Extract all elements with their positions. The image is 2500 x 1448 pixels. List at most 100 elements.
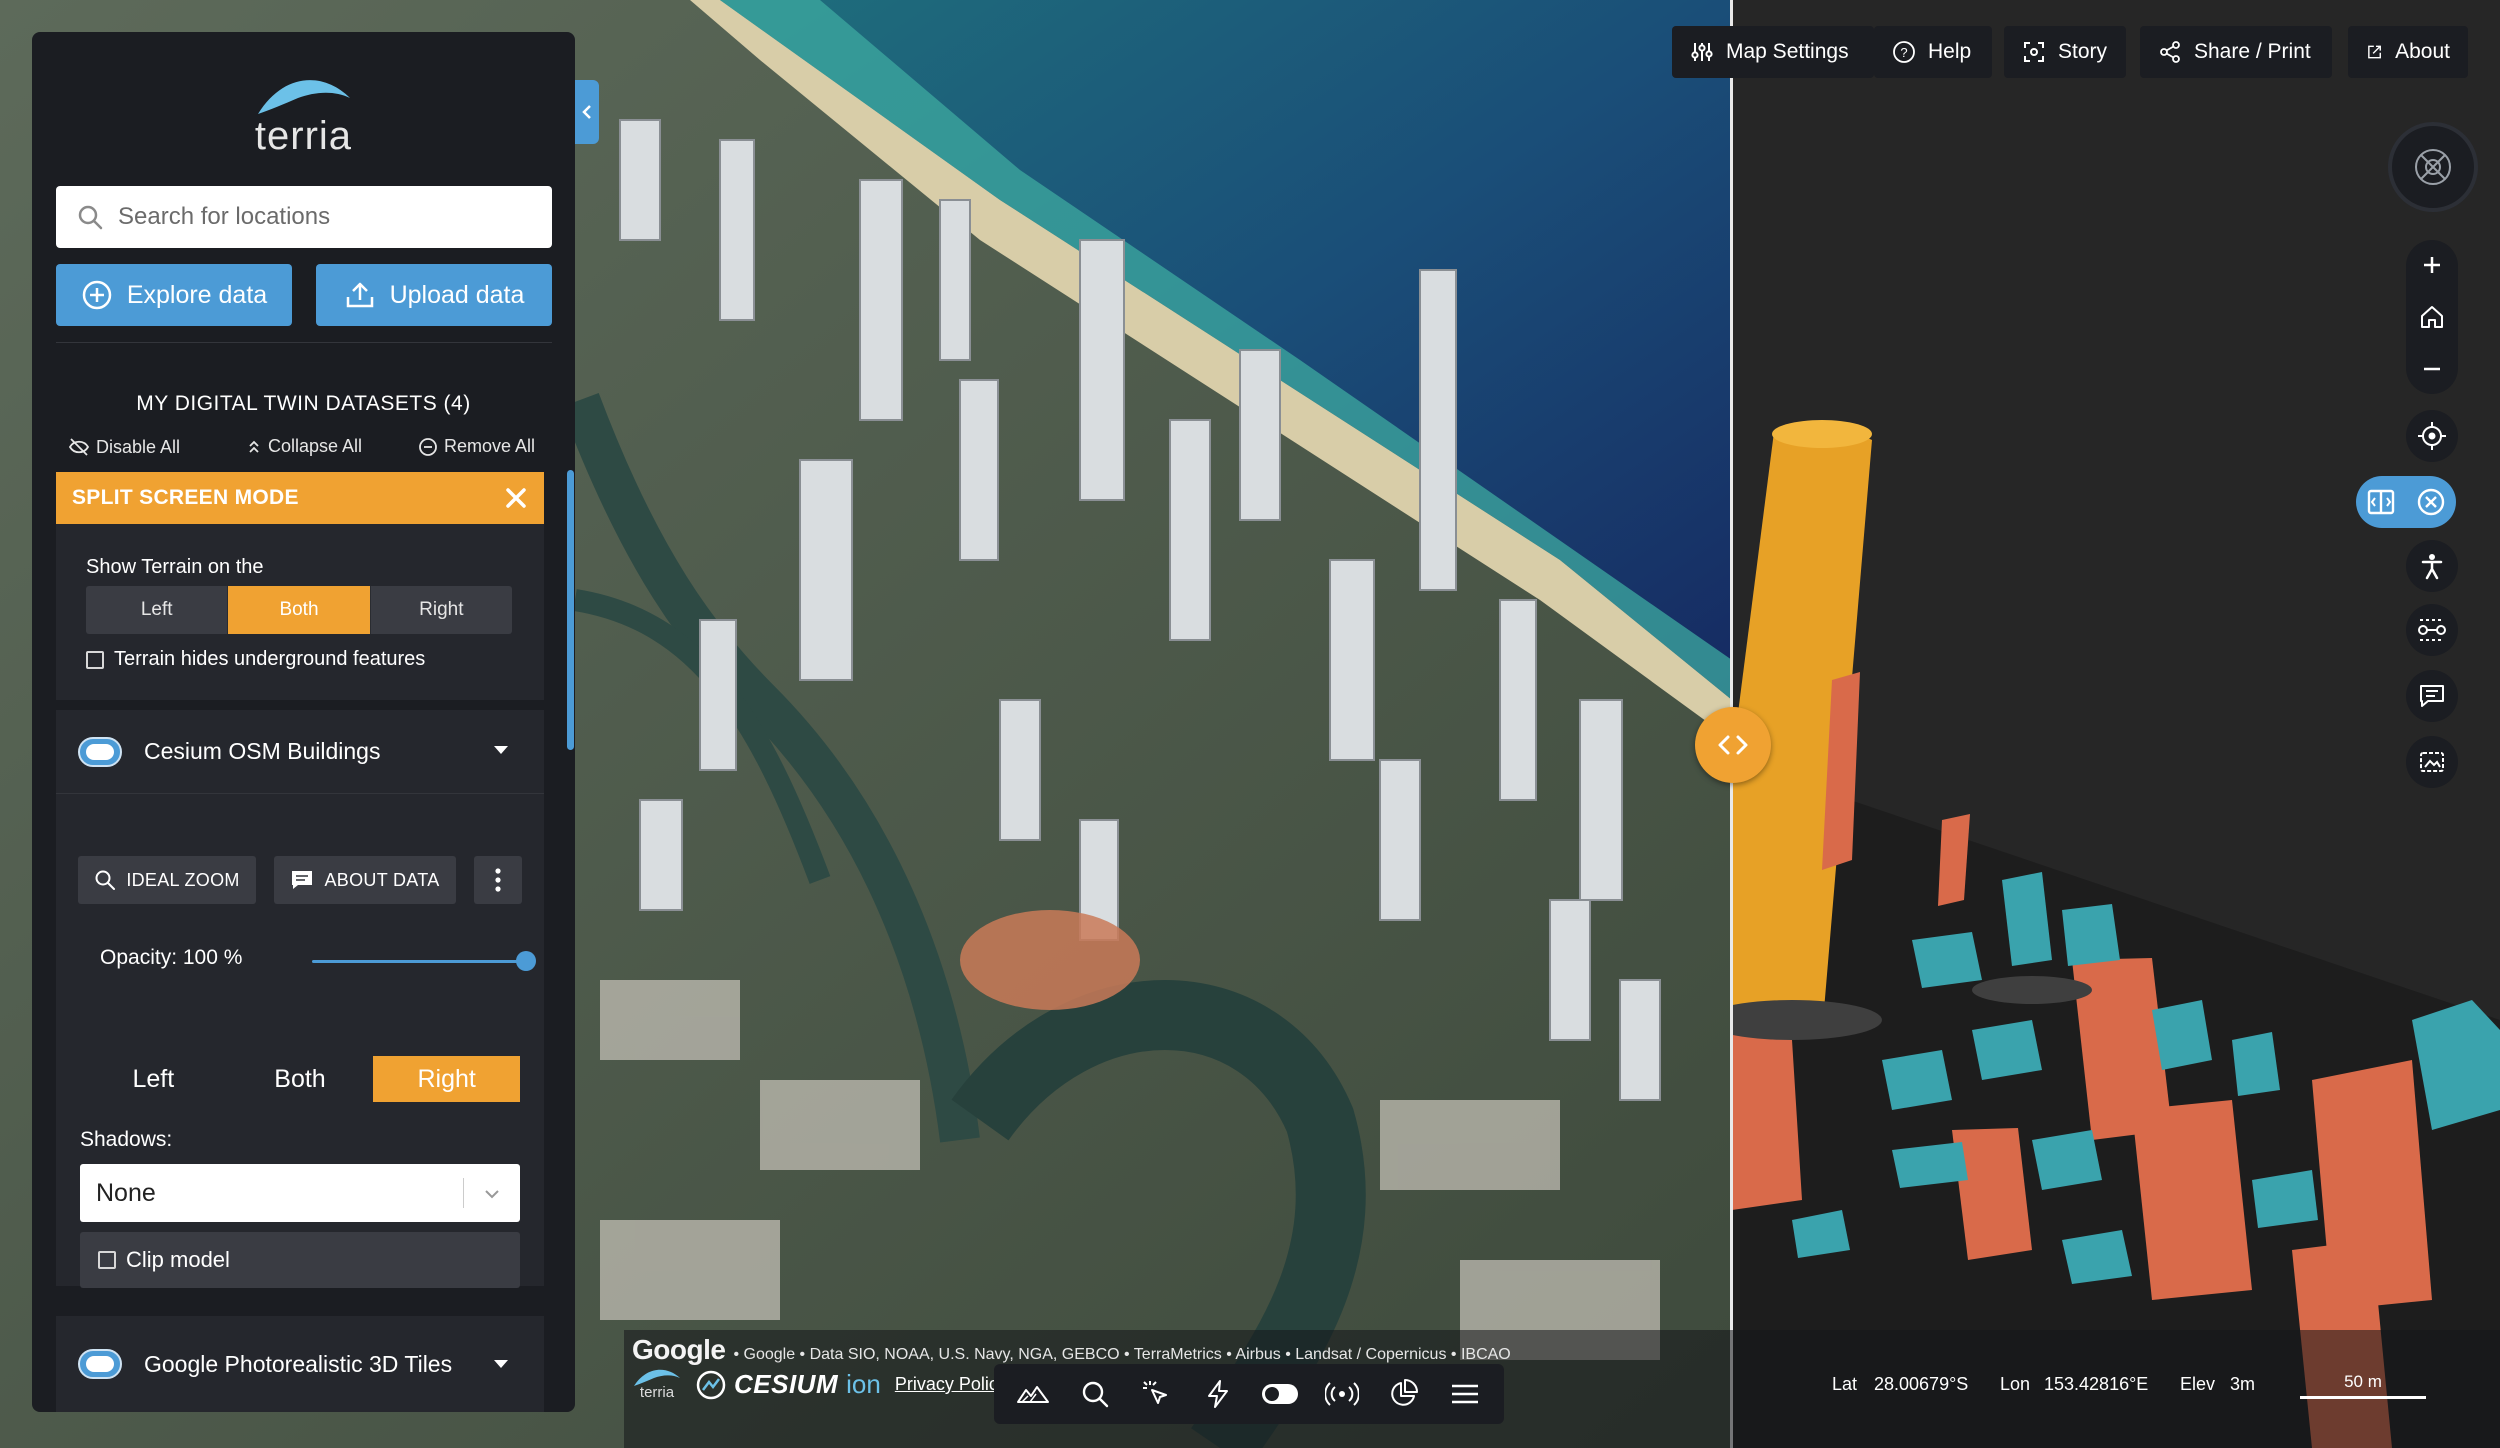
dataset-visibility-toggle[interactable] [78, 736, 122, 767]
story-button[interactable]: Story [2004, 26, 2126, 78]
about-data-label: ABOUT DATA [324, 869, 440, 890]
search-tool-button[interactable] [1070, 1369, 1120, 1419]
home-icon[interactable] [2419, 304, 2445, 330]
terrain-right-option[interactable]: Right [371, 586, 512, 634]
divider [56, 342, 552, 343]
sidebar-scrollbar[interactable] [567, 470, 574, 750]
remove-all-label: Remove All [444, 436, 536, 456]
explore-data-button[interactable]: Explore data [56, 264, 292, 326]
dataset-card-google-3d-tiles[interactable]: Google Photorealistic 3D Tiles [56, 1316, 544, 1412]
side-left-option[interactable]: Left [80, 1056, 227, 1102]
broadcast-tool-button[interactable] [1317, 1369, 1367, 1419]
terrain-left-option[interactable]: Left [86, 586, 229, 634]
broadcast-icon [1324, 1382, 1359, 1406]
pick-tool-button[interactable] [1131, 1369, 1181, 1419]
disable-all-label: Disable All [96, 436, 181, 457]
clip-model-toggle[interactable]: Clip model [80, 1232, 520, 1288]
chevron-left-icon [582, 105, 591, 119]
terrain-hides-toggle[interactable]: Terrain hides underground features [86, 648, 425, 671]
close-circle-icon[interactable] [2416, 487, 2446, 517]
scale-line [2300, 1396, 2426, 1399]
sidebar-collapse-tab[interactable] [575, 80, 599, 144]
compass-icon [2415, 149, 2451, 185]
split-screen-control[interactable] [2356, 476, 2456, 528]
dataset-header[interactable]: Cesium OSM Buildings [56, 710, 544, 794]
dataset-visibility-toggle[interactable] [78, 1349, 122, 1379]
zoom-out-icon[interactable] [2420, 357, 2444, 381]
google-logo: Google [632, 1334, 726, 1365]
search-icon [78, 205, 103, 230]
crosshair-icon [2418, 422, 2446, 450]
help-button[interactable]: ? Help [1874, 26, 1992, 78]
lightning-icon [1208, 1380, 1229, 1408]
close-icon[interactable] [502, 484, 530, 512]
terrain-tool-button[interactable] [1008, 1369, 1058, 1419]
terria-logo[interactable]: terria [32, 76, 575, 186]
external-link-icon [2368, 45, 2381, 59]
logo-text: terria [254, 114, 353, 158]
cesium-icon [696, 1370, 726, 1399]
opacity-slider-thumb[interactable] [516, 951, 536, 971]
my-location-button[interactable] [2406, 410, 2458, 462]
shadows-label: Shadows: [80, 1128, 173, 1151]
caret-down-icon[interactable] [494, 1360, 508, 1368]
lightning-tool-button[interactable] [1193, 1369, 1243, 1419]
cesium-ion-logo[interactable]: CESIUM ion [696, 1369, 881, 1400]
about-button[interactable]: About [2348, 26, 2468, 78]
measure-tool-button[interactable] [2406, 604, 2458, 656]
side-right-option[interactable]: Right [373, 1056, 521, 1102]
osm-buildings-render [1732, 0, 2500, 1448]
terria-small-logo[interactable]: terria [632, 1368, 682, 1401]
mountains-icon [1016, 1386, 1049, 1403]
elev-label: Elev [2180, 1374, 2216, 1394]
feedback-icon [2420, 685, 2444, 707]
more-options-button[interactable] [474, 856, 522, 904]
collapse-all-button[interactable]: Collapse All [246, 436, 362, 457]
plus-circle-icon [82, 280, 112, 310]
help-label: Help [1928, 40, 1972, 63]
caret-down-icon[interactable] [494, 746, 508, 754]
location-search[interactable] [56, 186, 552, 248]
share-print-button[interactable]: Share / Print [2140, 26, 2332, 78]
buildings-view-right[interactable] [1732, 0, 2500, 1448]
compass-control[interactable] [2388, 122, 2478, 212]
share-print-label: Share / Print [2194, 40, 2311, 63]
zoom-controls [2406, 240, 2458, 394]
chevron-down-icon[interactable] [482, 1184, 502, 1204]
feedback-button[interactable] [2406, 670, 2458, 722]
split-drag-handle[interactable] [1695, 707, 1771, 783]
search-input[interactable] [118, 203, 538, 231]
ideal-zoom-button[interactable]: IDEAL ZOOM [78, 856, 256, 904]
shadows-value: None [96, 1178, 156, 1207]
toggle-tool-button[interactable] [1255, 1369, 1305, 1419]
search-icon [1082, 1381, 1108, 1408]
pie-chart-icon [1391, 1379, 1419, 1406]
terrain-both-option[interactable]: Both [228, 586, 371, 634]
about-data-button[interactable]: ABOUT DATA [274, 856, 456, 904]
clip-model-checkbox[interactable] [98, 1251, 116, 1269]
terrain-hides-checkbox[interactable] [86, 650, 104, 669]
disable-all-button[interactable]: Disable All [68, 436, 180, 458]
pie-tool-button[interactable] [1378, 1369, 1428, 1419]
zoom-in-icon[interactable] [2420, 253, 2444, 277]
story-frame-icon [2024, 42, 2044, 62]
split-compare-icon[interactable] [2366, 487, 2396, 517]
remove-all-button[interactable]: Remove All [418, 436, 535, 457]
map-settings-button[interactable]: Map Settings [1672, 26, 1874, 78]
sidebar: terria Explore data Upload data MY DIGIT… [32, 32, 575, 1412]
lat-label: Lat [1832, 1374, 1858, 1394]
menu-icon [1452, 1384, 1479, 1404]
terrain-hides-label: Terrain hides underground features [114, 648, 426, 670]
shadows-select[interactable]: None [80, 1164, 520, 1222]
lon-label: Lon [2000, 1374, 2031, 1394]
screenshot-button[interactable] [2406, 736, 2458, 788]
menu-tool-button[interactable] [1440, 1369, 1490, 1419]
pedestrian-mode-button[interactable] [2406, 540, 2458, 592]
upload-data-button[interactable]: Upload data [316, 264, 552, 326]
more-vertical-icon [495, 868, 501, 892]
side-both-option[interactable]: Both [227, 1056, 374, 1102]
opacity-slider[interactable] [312, 960, 526, 963]
explore-data-label: Explore data [126, 280, 268, 309]
upload-data-label: Upload data [389, 280, 525, 309]
privacy-policy-link[interactable]: Privacy Polic [895, 1374, 998, 1395]
